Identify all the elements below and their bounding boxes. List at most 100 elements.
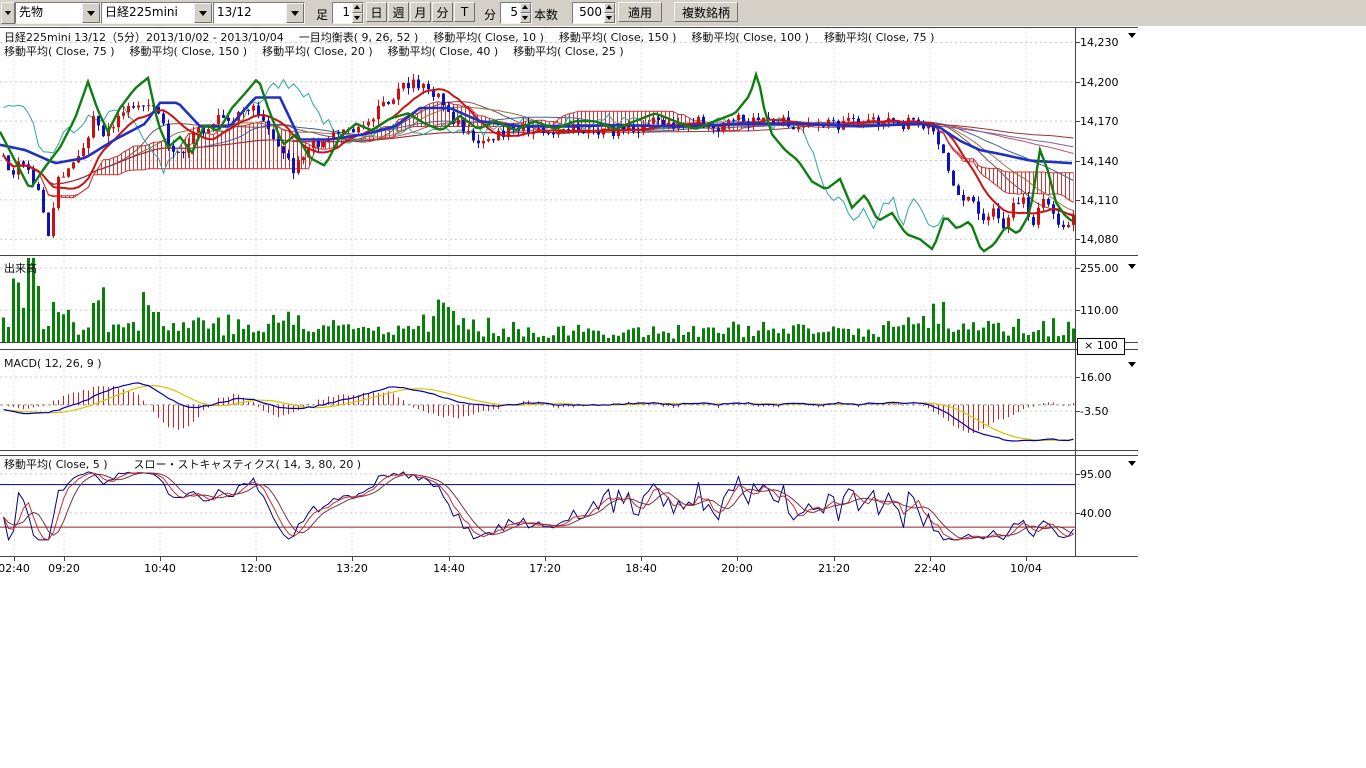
indicator-label: 移動平均( Close, 100 ) bbox=[691, 31, 809, 44]
chevron-down-icon bbox=[1128, 362, 1136, 367]
spinner-arrows[interactable] bbox=[352, 3, 363, 23]
instrument-value: 日経225mini bbox=[102, 3, 194, 23]
axis-tick bbox=[64, 557, 65, 561]
axis-tick bbox=[256, 557, 257, 561]
chevron-down-icon bbox=[1128, 461, 1136, 466]
chevron-down-icon bbox=[5, 11, 11, 15]
macd-pane[interactable] bbox=[0, 350, 1075, 450]
price-axis-label: 14,230 bbox=[1080, 36, 1119, 49]
spin-down-icon bbox=[520, 13, 531, 23]
minute-value: 5 bbox=[501, 3, 520, 23]
main-pane-menu-button[interactable] bbox=[1124, 30, 1140, 41]
axis-tick bbox=[930, 557, 931, 561]
minute-label: 分 bbox=[484, 6, 496, 23]
volume-pane[interactable] bbox=[0, 256, 1075, 342]
bar-type-label: 足 bbox=[316, 6, 328, 23]
axis-tick bbox=[352, 557, 353, 561]
axis-tick bbox=[1075, 377, 1080, 378]
macd-pane-label: MACD( 12, 26, 9 ) bbox=[4, 357, 128, 370]
axis-tick bbox=[14, 557, 15, 561]
contract-month-select[interactable]: 13/12 bbox=[213, 2, 305, 24]
axis-tick bbox=[1075, 239, 1080, 240]
price-axis-label: 16.00 bbox=[1080, 371, 1112, 384]
axis-tick bbox=[834, 557, 835, 561]
minute-spinner[interactable]: 5 bbox=[500, 2, 532, 24]
apply-button[interactable]: 適用 bbox=[618, 2, 662, 22]
time-axis-label: 09:20 bbox=[48, 562, 80, 575]
chevron-down-icon bbox=[194, 3, 212, 23]
price-axis-label: 95.00 bbox=[1080, 468, 1112, 481]
volume-pane-label: 出来高 bbox=[4, 260, 63, 276]
instrument-select[interactable]: 日経225mini bbox=[101, 2, 213, 24]
spin-up-icon bbox=[604, 3, 615, 13]
bars-count-value: 500 bbox=[573, 3, 604, 23]
pane-separator-line bbox=[0, 349, 1138, 350]
price-axis-label: 40.00 bbox=[1080, 507, 1112, 520]
pane-separator-line bbox=[0, 255, 1138, 256]
price-axis-label: 255.00 bbox=[1080, 262, 1119, 275]
main-chart-pane[interactable] bbox=[0, 28, 1075, 255]
chevron-down-icon bbox=[286, 3, 304, 23]
time-axis-label: 17:20 bbox=[529, 562, 561, 575]
axis-tick bbox=[1075, 161, 1080, 162]
time-axis-label: 10/04 bbox=[1010, 562, 1042, 575]
price-axis-label: -3.50 bbox=[1080, 405, 1108, 418]
axis-tick bbox=[160, 557, 161, 561]
instrument-type-select[interactable]: 先物 bbox=[15, 2, 101, 24]
spin-up-icon bbox=[352, 3, 363, 13]
price-axis-label: 14,200 bbox=[1080, 76, 1119, 89]
price-axis-label: 14,170 bbox=[1080, 115, 1119, 128]
time-axis-label: 13:20 bbox=[336, 562, 368, 575]
spin-down-icon bbox=[604, 13, 615, 23]
bars-count-label: 本数 bbox=[534, 6, 558, 23]
axis-tick bbox=[1075, 82, 1080, 83]
indicator-label: 移動平均( Close, 40 ) bbox=[388, 45, 499, 58]
pane-separator-line bbox=[0, 342, 1138, 343]
axis-tick bbox=[545, 557, 546, 561]
spin-up-icon bbox=[520, 3, 531, 13]
time-axis-label: 02:40 bbox=[0, 562, 30, 575]
bar-interval-value: 1 bbox=[333, 3, 352, 23]
axis-tick bbox=[449, 557, 450, 561]
instrument-type-value: 先物 bbox=[16, 3, 82, 23]
axis-tick bbox=[1075, 411, 1080, 412]
price-axis-label: 14,080 bbox=[1080, 233, 1119, 246]
chart-header-line2: 移動平均( Close, 75 )移動平均( Close, 150 )移動平均(… bbox=[4, 43, 639, 59]
period-button-day[interactable]: 日 bbox=[366, 2, 387, 22]
time-axis-label: 18:40 bbox=[625, 562, 657, 575]
period-button-group: 日週月分T bbox=[366, 2, 475, 22]
bars-count-spinner[interactable]: 500 bbox=[572, 2, 616, 24]
axis-tick bbox=[1075, 474, 1080, 475]
panel-collapse-button[interactable] bbox=[1, 2, 15, 24]
axis-tick bbox=[1075, 121, 1080, 122]
spinner-arrows[interactable] bbox=[520, 3, 531, 23]
time-axis-label: 12:00 bbox=[240, 562, 272, 575]
time-axis-label: 10:40 bbox=[144, 562, 176, 575]
stoch-pane-menu-button[interactable] bbox=[1124, 458, 1140, 469]
spin-down-icon bbox=[352, 13, 363, 23]
contract-month-value: 13/12 bbox=[214, 3, 286, 23]
chevron-down-icon bbox=[1128, 264, 1136, 269]
bar-interval-spinner[interactable]: 1 bbox=[332, 2, 364, 24]
macd-pane-menu-button[interactable] bbox=[1124, 359, 1140, 370]
chevron-down-icon bbox=[82, 3, 100, 23]
period-button-minute[interactable]: 分 bbox=[432, 2, 453, 22]
volume-pane-menu-button[interactable] bbox=[1124, 261, 1140, 272]
axis-tick bbox=[1026, 557, 1027, 561]
price-axis-line bbox=[1075, 27, 1076, 556]
toolbar: 先物 日経225mini 13/12 足 1 日週月分T 分 5 本数 500 … bbox=[0, 0, 1366, 26]
period-button-tick[interactable]: T bbox=[454, 2, 475, 22]
pane-separator-line bbox=[0, 450, 1138, 451]
time-axis-label: 20:00 bbox=[721, 562, 753, 575]
axis-tick bbox=[737, 557, 738, 561]
axis-tick bbox=[1075, 42, 1080, 43]
period-button-month[interactable]: 月 bbox=[410, 2, 431, 22]
price-axis-label: 110.00 bbox=[1080, 304, 1119, 317]
axis-tick bbox=[641, 557, 642, 561]
pane-separator-line bbox=[0, 27, 1138, 28]
period-button-week[interactable]: 週 bbox=[388, 2, 409, 22]
multi-symbol-button[interactable]: 複数銘柄 bbox=[674, 2, 738, 22]
axis-tick bbox=[1075, 200, 1080, 201]
stoch-pane-label: 移動平均( Close, 5 )スロー・ストキャスティクス( 14, 3, 80… bbox=[4, 456, 387, 472]
spinner-arrows[interactable] bbox=[604, 3, 615, 23]
